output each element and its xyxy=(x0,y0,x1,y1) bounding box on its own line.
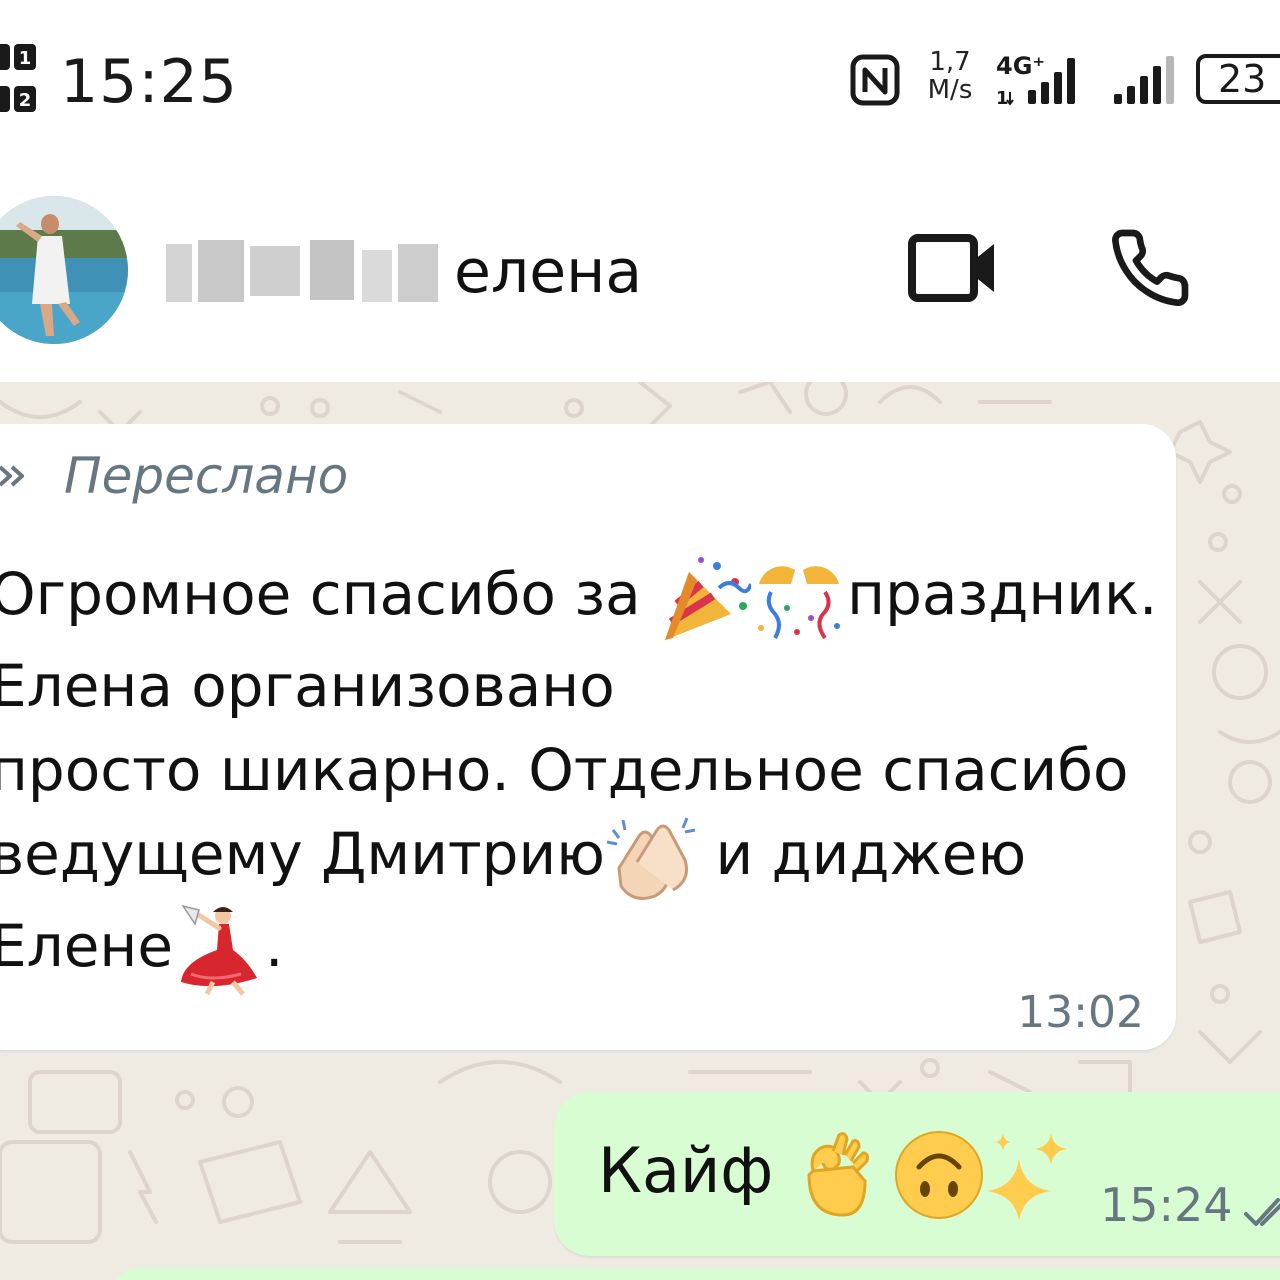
party-popper-icon xyxy=(665,557,752,640)
forwarded-icon xyxy=(0,465,24,487)
outgoing-message-timestamp: 15:24 xyxy=(1100,1178,1233,1232)
outgoing-message-bubble[interactable]: Кайф 15:24 xyxy=(554,1092,1280,1256)
status-clock: 15:25 xyxy=(60,47,238,117)
battery-indicator: 23 xyxy=(1196,54,1280,104)
next-outgoing-message-bubble[interactable] xyxy=(110,1268,1280,1280)
network-speed-value: 1,7 xyxy=(929,47,971,77)
svg-text:1: 1 xyxy=(996,88,1009,108)
flamenco-dancer-icon xyxy=(181,904,258,996)
contact-name[interactable]: елена xyxy=(162,222,642,322)
network-speed-unit: M/s xyxy=(927,75,973,105)
message-text-end: . xyxy=(265,912,284,981)
redacted-name-part xyxy=(162,236,444,308)
chat-header: елена xyxy=(0,150,1280,382)
network-type-label: 4G⁺ xyxy=(996,52,1045,80)
voice-call-icon[interactable] xyxy=(1108,226,1192,310)
message-timestamp: 13:02 xyxy=(1017,987,1144,1038)
svg-text:2: 2 xyxy=(19,90,32,111)
video-call-icon[interactable] xyxy=(906,230,1000,306)
contact-avatar[interactable] xyxy=(0,196,128,344)
outgoing-message-label: Кайф xyxy=(598,1134,794,1207)
confetti-ball-icon xyxy=(758,566,841,640)
outgoing-message-text: Кайф xyxy=(598,1126,1071,1221)
network-speed: 1,7 M/s xyxy=(918,48,982,104)
clapping-hands-icon xyxy=(606,817,696,900)
contact-name-label: елена xyxy=(454,237,643,307)
status-bar: 1 2 15:25 1,7 M/s 4G⁺ 1 23 xyxy=(0,0,1280,150)
signal-strength-sim2-icon xyxy=(1114,56,1174,104)
ok-hand-icon xyxy=(807,1132,870,1217)
forwarded-indicator: Переслано xyxy=(0,446,348,506)
upside-down-face-icon xyxy=(894,1130,983,1219)
nfc-icon xyxy=(850,54,900,106)
signal-strength-sim1-icon: 4G⁺ 1 xyxy=(996,52,1075,108)
incoming-message-bubble[interactable]: Переслано Огромное спасибо за праздник. … xyxy=(0,424,1176,1050)
message-text-line1: Огромное спасибо за xyxy=(0,560,660,629)
sparkles-icon xyxy=(986,1132,1067,1221)
message-text: Огромное спасибо за праздник. Елена орга… xyxy=(0,552,1170,996)
svg-text:1: 1 xyxy=(19,48,32,69)
forwarded-label: Переслано xyxy=(64,447,349,505)
read-receipt-icon xyxy=(1244,1198,1280,1226)
dual-sim-icon: 1 2 xyxy=(0,44,36,112)
message-list[interactable]: Переслано Огромное спасибо за праздник. … xyxy=(0,382,1280,1280)
